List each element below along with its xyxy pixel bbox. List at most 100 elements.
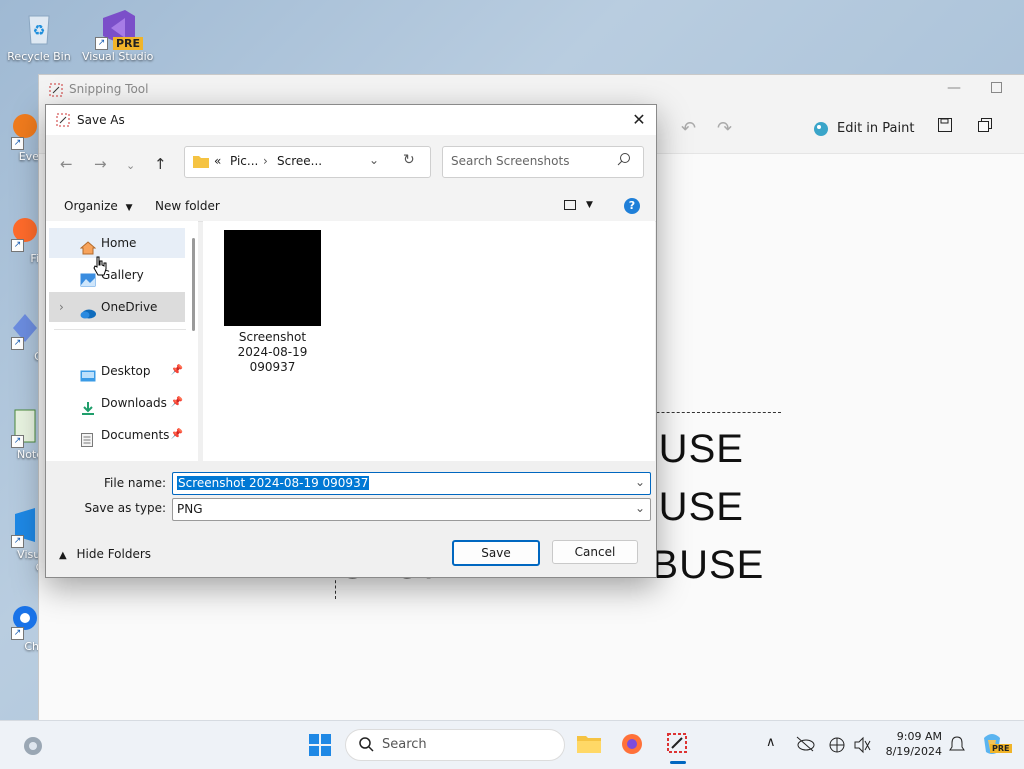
chevron-down-icon[interactable]: ⌄ (369, 153, 379, 167)
breadcrumb-segment[interactable]: Pic... (230, 154, 258, 168)
help-icon[interactable]: ? (624, 198, 640, 214)
file-list-pane: Screenshot 2024-08-19 090937 (203, 221, 655, 461)
notifications-bell-icon[interactable] (949, 736, 965, 757)
address-bar[interactable]: « Pic... › Scree... ⌄ ↻ (184, 146, 431, 178)
organize-button[interactable]: Organize ▼ (64, 199, 133, 213)
expand-chevron-icon[interactable]: › (59, 292, 64, 322)
folder-icon (193, 154, 209, 171)
forward-arrow-icon[interactable]: → (94, 155, 107, 173)
edit-in-paint-button[interactable]: Edit in Paint (813, 117, 914, 141)
snipping-tool-titlebar: Snipping Tool — (39, 75, 1024, 105)
up-arrow-icon[interactable]: ↑ (154, 155, 167, 173)
command-bar: Organize ▼ New folder ▼ ? (46, 193, 656, 222)
nav-item-documents[interactable]: Documents 📌 (49, 420, 185, 450)
view-options-icon[interactable] (563, 198, 577, 215)
onedrive-icon (80, 300, 96, 319)
maximize-button[interactable] (991, 82, 1002, 93)
firefox-taskbar-icon[interactable] (621, 733, 643, 758)
search-box[interactable]: Search Screenshots (442, 146, 644, 178)
save-as-type-select[interactable]: PNG ⌄ (172, 498, 651, 521)
pre-badge: PRE (112, 37, 143, 50)
shortcut-arrow-icon: ↗ (11, 239, 24, 252)
shortcut-arrow-icon: ↗ (11, 535, 24, 548)
firefox-icon: ↗ (0, 210, 37, 252)
desktop-icon-visual-studio[interactable]: PRE ↗ Visual Studio (82, 8, 154, 63)
active-app-indicator (670, 761, 686, 764)
hide-folders-button[interactable]: ▲ Hide Folders (59, 547, 151, 561)
dropdown-caret-icon: ▼ (125, 203, 133, 213)
navigation-pane: Home Gallery › OneDrive Desktop 📌 Downlo… (46, 221, 198, 461)
minimize-button[interactable]: — (947, 80, 961, 96)
pin-icon[interactable]: 📌 (171, 420, 183, 450)
close-button[interactable]: ✕ (628, 109, 650, 131)
svg-text:♻: ♻ (33, 23, 46, 39)
save-icon[interactable] (937, 117, 953, 141)
file-explorer-icon[interactable] (577, 733, 601, 758)
nav-item-home[interactable]: Home (49, 228, 185, 258)
desktop-icon-label: Visual Studio (82, 50, 154, 63)
start-button[interactable] (309, 734, 331, 759)
breadcrumb-separator: › (263, 154, 268, 168)
nav-scrollbar[interactable] (192, 238, 195, 331)
chevron-up-icon: ▲ (59, 550, 67, 561)
widgets-icon[interactable] (22, 735, 44, 760)
redo-icon[interactable]: ↷ (717, 117, 732, 141)
shortcut-arrow-icon: ↗ (95, 37, 108, 50)
file-name-input[interactable]: Screenshot 2024-08-19 090937 (177, 476, 370, 490)
copilot-icon[interactable]: PRE (980, 732, 1012, 759)
file-name-field[interactable]: Screenshot 2024-08-19 090937 ⌄ (172, 472, 651, 495)
desktop-icon-label: Recycle Bin (7, 50, 71, 63)
refresh-icon[interactable]: ↻ (403, 152, 415, 168)
nav-item-downloads[interactable]: Downloads 📌 (49, 388, 185, 418)
file-name-label: File name: (104, 476, 166, 490)
organize-label: Organize (64, 199, 118, 213)
snipping-tool-title: Snipping Tool (69, 82, 149, 96)
pre-badge: PRE (990, 744, 1012, 753)
selection-border (335, 575, 336, 599)
view-dropdown-caret-icon[interactable]: ▼ (586, 200, 593, 210)
desktop-icon-recycle-bin[interactable]: ♻ Recycle Bin (4, 8, 74, 63)
chevron-down-icon[interactable]: ⌄ (635, 501, 645, 515)
undo-icon[interactable]: ↶ (681, 117, 696, 141)
nav-item-gallery[interactable]: Gallery (49, 260, 185, 290)
snipping-tool-taskbar-icon[interactable] (665, 731, 689, 758)
dialog-footer: File name: Screenshot 2024-08-19 090937 … (46, 461, 656, 577)
breadcrumb-segment[interactable]: Scree... (277, 154, 322, 168)
pin-icon[interactable]: 📌 (171, 356, 183, 386)
copy-icon[interactable] (977, 117, 993, 141)
mouse-cursor-icon (93, 256, 107, 279)
nav-item-onedrive[interactable]: › OneDrive (49, 292, 185, 322)
shortcut-arrow-icon: ↗ (11, 627, 24, 640)
save-as-type-label: Save as type: (84, 501, 166, 515)
network-icon[interactable] (828, 736, 846, 757)
clock-date: 8/19/2024 (885, 745, 942, 758)
file-thumbnail[interactable] (224, 230, 321, 326)
search-icon (358, 736, 374, 755)
onedrive-offline-icon[interactable] (795, 736, 815, 755)
documents-icon (80, 428, 96, 447)
file-name-line: Screenshot (238, 330, 307, 344)
back-arrow-icon[interactable]: ← (60, 155, 73, 173)
recent-locations-chevron-icon[interactable]: ⌄ (126, 159, 135, 172)
nav-item-label: OneDrive (101, 300, 158, 314)
volume-icon[interactable] (853, 736, 871, 757)
cancel-button[interactable]: Cancel (552, 540, 638, 564)
pin-icon[interactable]: 📌 (171, 388, 183, 418)
git-icon: ↗ (0, 308, 37, 350)
shortcut-arrow-icon: ↗ (11, 137, 24, 150)
chevron-up-icon[interactable]: ∧ (766, 735, 776, 750)
downloads-icon (80, 396, 96, 415)
breadcrumb-overflow[interactable]: « (214, 154, 221, 168)
save-button[interactable]: Save (452, 540, 540, 566)
search-input[interactable]: Search Screenshots (451, 154, 569, 168)
search-icon (617, 152, 631, 169)
notepad-icon: ↗ (0, 406, 37, 448)
shortcut-arrow-icon: ↗ (11, 337, 24, 350)
new-folder-button[interactable]: New folder (155, 199, 220, 213)
taskbar-search-input[interactable]: Search (382, 737, 427, 752)
file-item-label[interactable]: Screenshot 2024-08-19 090937 (207, 330, 338, 375)
clock[interactable]: 9:09 AM 8/19/2024 (884, 729, 942, 759)
chevron-down-icon[interactable]: ⌄ (635, 475, 645, 489)
taskbar-search[interactable]: Search (345, 729, 565, 761)
nav-item-desktop[interactable]: Desktop 📌 (49, 356, 185, 386)
